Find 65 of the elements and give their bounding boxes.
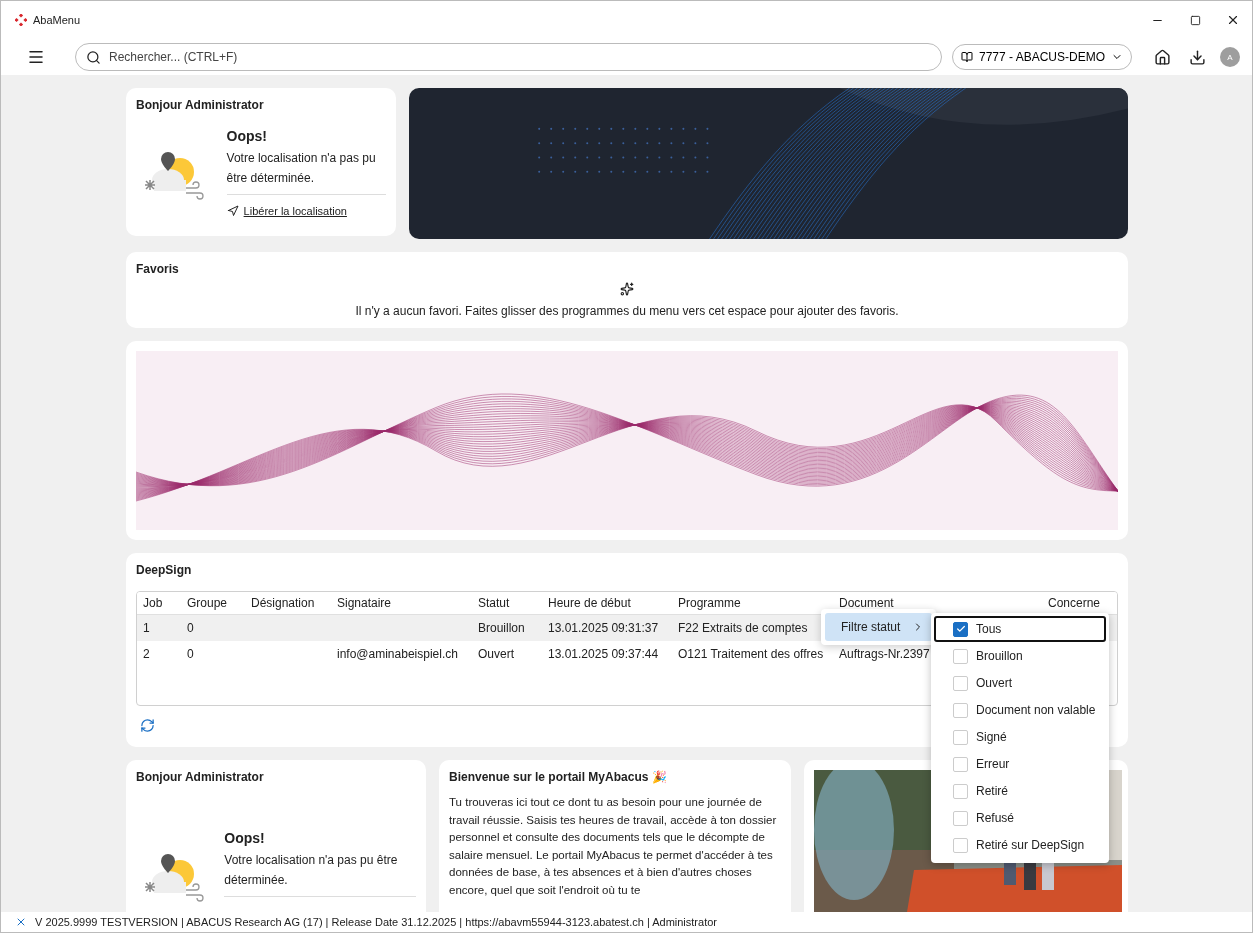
navigation-icon — [226, 205, 239, 217]
option-label: Ouvert — [976, 676, 1012, 690]
column-header[interactable]: Document — [839, 596, 1048, 611]
card-title: Bonjour Administrator — [136, 98, 265, 112]
column-header[interactable]: Programme — [678, 596, 839, 611]
filter-option[interactable]: Signé — [934, 724, 1106, 750]
table-cell: 1 — [143, 621, 150, 636]
filter-menu-item[interactable]: Filtre statut — [825, 613, 933, 641]
table-cell: 13.01.2025 09:31:37 — [548, 621, 659, 636]
column-header[interactable]: Job — [143, 596, 187, 611]
column-header[interactable]: Désignation — [251, 596, 337, 611]
table-cell: O121 Traitement des offres — [678, 647, 824, 662]
option-label: Retiré — [976, 784, 1008, 798]
search-icon — [86, 49, 101, 65]
card-title: Bonjour Administrator — [136, 770, 265, 785]
option-label: Document non valable — [976, 703, 1096, 717]
checkbox[interactable] — [953, 621, 968, 637]
column-header[interactable]: Statut — [478, 596, 548, 611]
option-label: Refusé — [976, 811, 1015, 825]
card-title: DeepSign — [136, 563, 193, 578]
maximize-icon[interactable] — [1189, 14, 1201, 26]
column-header[interactable]: Groupe — [187, 596, 251, 611]
status-text: V 2025.9999 TESTVERSION | ABACUS Research AG (17) | Release Date 31.12.2025 | https://abavm55944-3123.abatest.ch | Administrator — [35, 916, 717, 928]
filter-option[interactable]: Retiré — [934, 778, 1106, 804]
error-message: Votre localisation n'a pas pu être déterminée. — [224, 852, 399, 890]
card-title: Favoris — [136, 262, 180, 277]
column-header[interactable]: Heure de début — [548, 596, 678, 611]
sparkle-icon — [620, 282, 634, 297]
window-title: AbaMenu — [33, 14, 82, 26]
filter-option[interactable]: Retiré sur DeepSign — [934, 832, 1106, 858]
table-cell: Auftrags-Nr.2397 — [839, 647, 930, 662]
filter-option[interactable]: Ouvert — [934, 670, 1106, 696]
table-cell: 13.01.2025 09:37:44 — [548, 647, 659, 662]
welcome-text: Tu trouveras ici tout ce dont tu as besoin pour une journée de travail réussie. Saisis tes heures de travail, accède à ton dossier personnel et consulte des documents tels que le décompte de salaire mensuel. Le portail MyAbacus te permet d'accéder à tes données de base, à tes absences et à bien d'autres choses encore, quel que soit l'endroit où tu te — [449, 795, 778, 898]
table-cell: info@aminabeispiel.ch — [337, 647, 458, 662]
close-icon[interactable] — [1226, 13, 1240, 27]
check-icon — [955, 624, 966, 634]
filter-option[interactable]: Refusé — [934, 805, 1106, 831]
location-link[interactable]: Libérer la localisation — [226, 205, 386, 217]
table-cell: 0 — [187, 647, 194, 662]
filter-option[interactable]: Document non valable — [934, 697, 1106, 723]
table-cell: Brouillon — [478, 621, 525, 636]
option-label: Signé — [976, 730, 1007, 744]
option-label: Brouillon — [976, 649, 1023, 663]
party-icon: 🎉 — [651, 770, 667, 785]
column-header[interactable]: Concerne — [1048, 596, 1117, 611]
table-cell: 0 — [187, 621, 194, 636]
option-label: Retiré sur DeepSign — [976, 838, 1085, 852]
filter-option[interactable]: Erreur — [934, 751, 1106, 777]
table-cell: Ouvert — [478, 647, 514, 662]
book-icon — [961, 50, 973, 64]
option-label: Erreur — [976, 757, 1010, 771]
filter-option[interactable]: Brouillon — [934, 643, 1106, 669]
error-heading: Oops! — [224, 830, 266, 847]
filter-option[interactable]: Tous — [934, 616, 1106, 642]
option-label: Tous — [976, 622, 1002, 636]
mandant-selector[interactable]: 7777 - ABACUS-DEMO — [952, 44, 1132, 70]
app-logo-icon — [15, 14, 27, 26]
table-cell: F22 Extraits de comptes — [678, 621, 808, 636]
error-message: Votre localisation n'a pas pu être déterminée. — [226, 150, 377, 187]
empty-message: Il n'y a aucun favori. Faites glisser des programmes du menu vers cet espace pour ajouter des favoris. — [355, 304, 899, 319]
table-cell: 2 — [143, 647, 150, 662]
card-title: Bienvenue sur le portail MyAbacus 🎉 — [449, 770, 668, 785]
error-heading: Oops! — [226, 128, 269, 144]
column-header[interactable]: Signataire — [337, 596, 478, 611]
